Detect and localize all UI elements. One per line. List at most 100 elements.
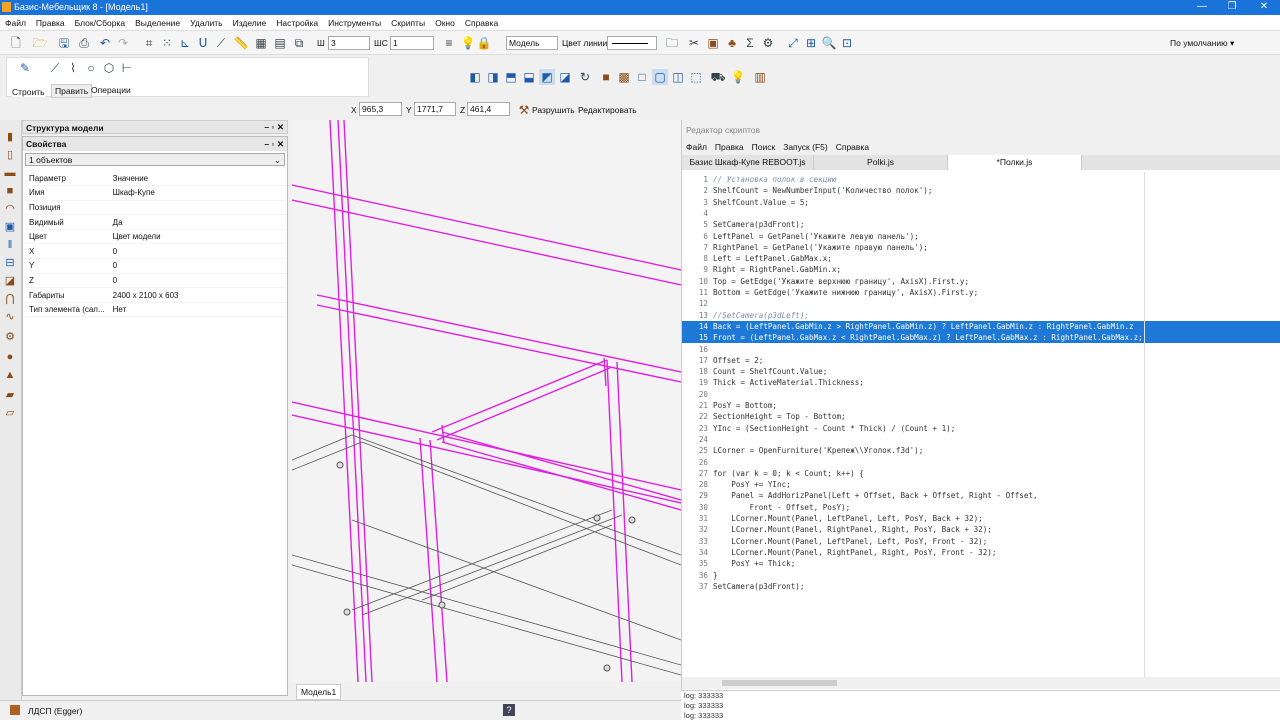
menu-block[interactable]: Блок/Сборка [70,15,130,28]
code-line[interactable]: 37 SetCamera(p3dFront); [682,581,1280,592]
dimension-icon[interactable]: ⊢ [119,60,135,76]
texture-icon[interactable]: ▥ [752,69,768,85]
edge-icon[interactable]: ♣ [724,35,740,51]
close-icon[interactable]: ✕ [1250,0,1278,15]
table-row[interactable]: Цвет Цвет модели [25,229,287,245]
view-front-icon[interactable]: ◧ [467,69,483,85]
code-line[interactable]: 2 ShelfCount = NewNumberInput('Количество… [682,185,1280,196]
hardware-icon[interactable]: ⚙ [3,330,17,344]
selection-dropdown[interactable]: 1 объектов ⌄ [25,153,285,166]
restore-icon[interactable]: ❐ [1218,0,1246,15]
table-row[interactable]: Видимый Да [25,214,287,230]
curve-icon[interactable]: ∿ [3,310,17,324]
zoom-window-icon[interactable]: ⊞ [803,35,819,51]
pen-icon[interactable]: ✎ [17,60,33,76]
code-line[interactable]: 22 SectionHeight = Top - Bottom; [682,411,1280,422]
menu-scripts[interactable]: Скрипты [386,15,430,28]
scroll-thumb[interactable] [722,680,837,686]
code-line[interactable]: 9 Right = RightPanel.GabMin.x; [682,264,1280,275]
code-line[interactable]: 8 Left = LeftPanel.GabMax.x; [682,253,1280,264]
horizontal-scrollbar[interactable] [682,677,1280,689]
tab-operations[interactable]: Операции [91,85,131,95]
table-row[interactable]: Y0 [25,258,287,274]
chevron-down-icon[interactable]: ▾ [1230,38,1234,49]
measure-icon[interactable]: 📏 [233,35,249,51]
wireframe-icon[interactable]: □ [634,69,650,85]
edit-button[interactable]: Редактировать [578,105,637,115]
transparent-icon[interactable]: ◫ [670,69,686,85]
editor-menu-search[interactable]: Поиск [748,140,780,152]
redo-icon[interactable]: ↷ [115,35,131,51]
light-bulb-icon[interactable]: 💡 [460,35,476,51]
snap-line-icon[interactable]: ⟋ [213,35,229,51]
value-cell[interactable]: 0 [108,273,287,289]
magnet-icon[interactable]: Ս [195,35,211,51]
table-row[interactable]: Имя Шкаф-Купе [25,185,287,201]
code-line[interactable]: 13 //SetCamera(p3dLeft); [682,310,1280,321]
code-line[interactable]: 27 for (var k = 0; k < Count; k++) { [682,468,1280,479]
lock-icon[interactable]: 🔒 [476,35,492,51]
table-row[interactable]: Габариты 2400 x 2100 x 603 [25,287,287,303]
code-line[interactable]: 24 [682,434,1280,445]
code-line[interactable]: 19 Thick = ActiveMaterial.Thickness; [682,377,1280,388]
new-file-icon[interactable]: 🗋 [8,35,24,51]
save-icon[interactable]: 🖫 [56,35,72,51]
open-folder-icon[interactable]: 🗁 [32,35,48,51]
code-line[interactable]: 35 PosY += Thick; [682,558,1280,569]
snap-grid-icon[interactable]: ⌗ [141,35,157,51]
camera-icon[interactable]: ⛟ [710,69,726,85]
editor-menu-run[interactable]: Запуск (F5) [779,140,832,152]
value-cell[interactable]: Шкаф-Купе [108,185,287,201]
table-row[interactable]: Z0 [25,273,287,289]
value-cell[interactable]: 0 [108,243,287,260]
zoom-all-icon[interactable]: ⤢ [785,35,801,51]
menu-edit[interactable]: Правка [31,15,70,28]
material-icon[interactable]: ▣ [705,35,721,51]
value-cell[interactable]: 0 [108,258,287,274]
menu-help[interactable]: Справка [460,15,503,28]
zoom-icon[interactable]: 🔍 [821,35,837,51]
code-area[interactable]: 1 // Установка полок в секцию 2 ShelfCount … [682,172,1280,677]
value-cell[interactable] [108,200,287,216]
tab-script-polki[interactable]: Polki.js [814,155,948,170]
line-style-icon[interactable]: ≡ [441,35,457,51]
tab-script-reboot[interactable]: Базис Шкаф-Купе REBOOT.js [682,155,814,170]
tab-build[interactable]: Строить [12,87,45,97]
editor-menu-file[interactable]: Файл [682,140,711,152]
break-button[interactable]: Разрушить [532,105,575,115]
shade-edges-icon[interactable]: ▩ [616,69,632,85]
frame-icon[interactable]: ▣ [3,220,17,234]
table-row[interactable]: X0 [25,243,287,260]
profile-icon[interactable]: ‖ [3,238,17,252]
menu-window[interactable]: Окно [430,15,460,28]
folder-icon[interactable]: 🗀 [664,35,680,51]
view-back-icon[interactable]: ◨ [485,69,501,85]
code-line[interactable]: 20 [682,389,1280,400]
back-panel-icon[interactable]: ■ [3,184,17,198]
value-cell[interactable]: Да [108,214,287,230]
view-iso-icon[interactable]: ◩ [539,69,555,85]
table-row[interactable]: Тип элемента (сал... Нет [25,302,287,318]
view-top-icon[interactable]: ◪ [557,69,573,85]
report-icon[interactable]: ⚙ [760,35,776,51]
line-icon[interactable]: ⟋ [47,60,63,76]
render-icon[interactable]: ▦ [253,35,269,51]
outline-icon[interactable]: ⬚ [688,69,704,85]
view-right-icon[interactable]: ⬓ [521,69,537,85]
code-line[interactable]: 23 YInc = (SectionHeight - Count * Thick)… [682,423,1280,434]
menu-tools[interactable]: Инструменты [323,15,386,28]
hexagon-icon[interactable]: ⬡ [101,60,117,76]
cone-icon[interactable]: ▲ [3,368,17,382]
sum-icon[interactable]: Σ [742,35,758,51]
snap-points-icon[interactable]: ⁙ [159,35,175,51]
section-icon[interactable]: ⊟ [3,256,17,270]
layers-icon[interactable]: ▤ [272,35,288,51]
rotate-icon[interactable]: ↻ [577,69,593,85]
vertical-panel-icon[interactable]: ▯ [3,148,17,162]
code-line[interactable]: 6 LeftPanel = GetPanel('Укажите левую пан… [682,231,1280,242]
copy-view-icon[interactable]: ⧉ [291,35,307,51]
line-type-select[interactable] [607,36,657,50]
width-input[interactable]: 3 [328,36,370,50]
tab-modify[interactable]: Править [51,84,93,98]
z-coord-input[interactable]: 461,4 [467,102,510,116]
